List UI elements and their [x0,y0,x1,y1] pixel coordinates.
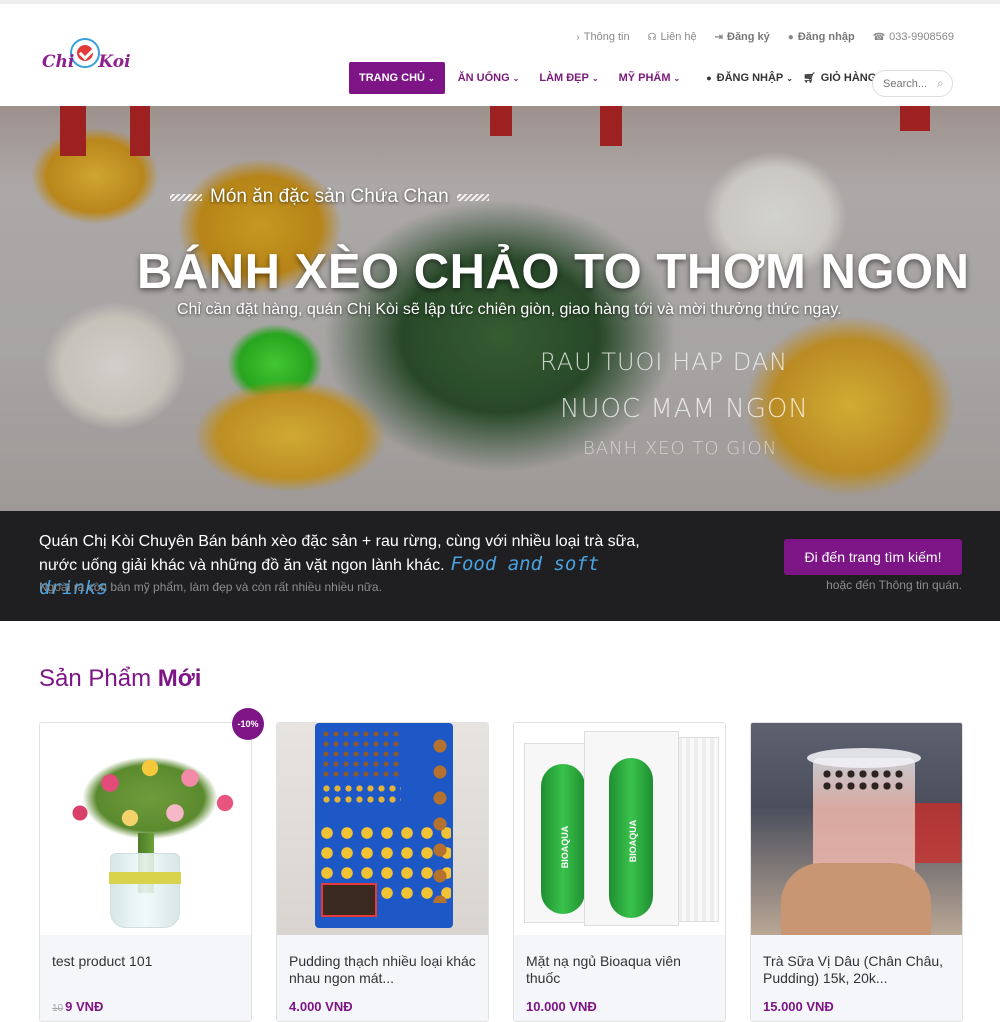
topbar-label: Đăng ký [727,31,770,43]
hero-kicker-decoration [170,193,202,201]
product-card[interactable]: Pudding thạch nhiều loại khác nhau ngon … [276,722,489,1022]
product-card[interactable]: Trà Sữa Vị Dâu (Chân Châu, Pudding) 15k,… [750,722,963,1022]
hero-kicker-text: Món ăn đặc sản Chứa Chan [210,186,449,207]
brand-text: BIOAQUA [560,825,570,869]
nav-item-label: TRANG CHỦ [359,72,425,84]
sign-in-icon: ⇥ [714,31,723,43]
heading-light: Sản Phẩm [39,665,152,692]
nav-item-label: MỸ PHẨM [618,72,671,84]
topbar-phone[interactable]: ☎ 033-9908569 [873,31,954,43]
search-input[interactable] [883,77,933,90]
mask-pack: BIOAQUA [584,731,679,926]
topbar-label: 033-9908569 [889,31,954,43]
hero-handwriting: NUOC MAM NGON [560,394,809,424]
holding-hand [781,863,931,935]
product-image[interactable] [277,723,488,935]
chevron-down-icon: ⌄ [673,73,681,83]
product-image[interactable] [751,723,962,935]
topbar-link-register[interactable]: ⇥ Đăng ký [715,31,770,43]
headset-icon: ☊ [647,31,657,43]
product-info: Pudding thạch nhiều loại khác nhau ngon … [277,935,488,1021]
intro-text-line1: Quán Chị Kòi Chuyên Bán bánh xèo đặc sản… [39,533,640,550]
product-card[interactable]: BIOAQUA BIOAQUA Mặt nạ ngủ Bioaqua viên … [513,722,726,1022]
hero-handwriting: RAU TUOI HAP DAN [540,348,789,376]
product-image[interactable] [40,723,251,935]
intro-banner: Quán Chị Kòi Chuyên Bán bánh xèo đặc sản… [0,511,1000,621]
tapioca-pearls [821,768,907,792]
search-icon[interactable]: ⌕ [937,76,944,91]
pudding-side-cups [427,733,453,903]
brand-text: BIOAQUA [628,819,638,863]
phone-icon: ☎ [872,31,886,43]
cup-lid [807,748,921,768]
search-box: ⌕ [872,70,953,97]
topbar-link-contact[interactable]: ☊ Liên hệ [648,31,697,43]
product-price: 10.000 VNĐ [526,999,597,1014]
product-image[interactable]: BIOAQUA BIOAQUA [514,723,725,935]
chevron-right-icon: › [576,31,580,43]
logo-text: Chi Koi [42,52,131,72]
product-price: 4.000 VNĐ [289,999,353,1014]
chevron-down-icon: ⌄ [512,73,520,83]
nav-item-label: ĂN UỐNG [457,72,510,84]
nav-item-cosmetics[interactable]: MỸ PHẨM ⌄ [609,62,691,94]
top-utility-bar: › Thông tin ☊ Liên hệ ⇥ Đăng ký ● Đăng n… [576,31,954,43]
nav-item-beauty[interactable]: LÀM ĐẸP ⌄ [529,62,608,94]
topbar-label: Thông tin [583,31,630,43]
user-icon: ● [787,31,794,43]
background-decor [911,803,961,863]
store-info-link[interactable]: hoặc đến Thông tin quán. [826,578,962,592]
chevron-down-icon: ⌄ [591,73,599,83]
product-price-value: 9 VNĐ [65,999,104,1014]
hero-banner: Món ăn đặc sản Chứa Chan BÁNH XÈO CHẢO T… [0,106,1000,511]
hero-title: BÁNH XÈO CHẢO TO THƠM NGON [137,245,970,299]
hero-handwriting: BANH XEO TO GION [583,438,778,459]
product-old-price: 10 [52,1003,64,1014]
product-card[interactable]: test product 101 10 9 VNĐ [39,722,252,1022]
jelly-slab [321,883,377,917]
product-name[interactable]: Pudding thạch nhiều loại khác nhau ngon … [289,953,478,987]
site-header: Chi Koi › Thông tin ☊ Liên hệ ⇥ Đăng ký ●… [0,0,1000,106]
intro-text-line2: nước uống giải khác và những đồ ăn vặt n… [39,557,445,574]
nav-item-food[interactable]: ĂN UỐNG ⌄ [448,62,530,94]
chevron-down-icon: ⌄ [786,73,793,83]
cart-icon: 🛒︎ [802,72,816,84]
logo-text-part2: Koi [98,52,131,72]
topbar-link-info[interactable]: › Thông tin [576,31,629,43]
product-name[interactable]: Mặt nạ ngủ Bioaqua viên thuốc [526,953,715,987]
topbar-link-login[interactable]: ● Đăng nhập [788,31,855,43]
nav-item-login[interactable]: ● ĐĂNG NHẬP ⌄ [696,62,803,94]
intro-note: Ngoài ra còn bán mỹ phẩm, làm đẹp và còn… [39,580,382,594]
nav-item-label: ĐĂNG NHẬP [716,72,784,84]
new-products-heading: Sản Phẩm Mới [39,665,201,693]
flower-vase [109,853,181,928]
hero-kicker-decoration [456,193,489,201]
hero-kicker: Món ăn đặc sản Chứa Chan [170,186,489,208]
product-info: Trà Sữa Vị Dâu (Chân Châu, Pudding) 15k,… [751,935,962,1021]
logo-text-part1: Chi [42,52,75,72]
site-logo[interactable]: Chi Koi [40,34,131,80]
product-info: Mặt nạ ngủ Bioaqua viên thuốc 10.000 VNĐ [514,935,725,1021]
product-name[interactable]: Trà Sữa Vị Dâu (Chân Châu, Pudding) 15k,… [763,953,952,987]
product-price: 10 9 VNĐ [52,999,103,1014]
main-navigation: TRANG CHỦ ⌄ ĂN UỐNG ⌄ LÀM ĐẸP ⌄ MỸ PHẨM ⌄ ● Đ… [349,62,913,94]
product-info: test product 101 10 9 VNĐ [40,935,251,1021]
go-to-search-button[interactable]: Đi đến trang tìm kiếm! [784,539,962,575]
aloe-capsule: BIOAQUA [609,758,653,918]
hero-subtitle: Chỉ cần đặt hàng, quán Chị Kòi sẽ lập tứ… [177,301,842,318]
aloe-capsule: BIOAQUA [541,764,585,914]
product-name[interactable]: test product 101 [52,953,241,970]
nav-item-label: LÀM ĐẸP [539,72,589,84]
topbar-label: Đăng nhập [797,31,855,43]
heading-bold: Mới [157,665,202,692]
chevron-down-icon: ⌄ [428,73,435,83]
nav-item-home[interactable]: TRANG CHỦ ⌄ [349,62,445,94]
product-price: 15.000 VNĐ [763,999,834,1014]
topbar-label: Liên hệ [660,31,697,43]
sale-badge: -10% [232,708,264,740]
user-icon: ● [706,73,712,83]
